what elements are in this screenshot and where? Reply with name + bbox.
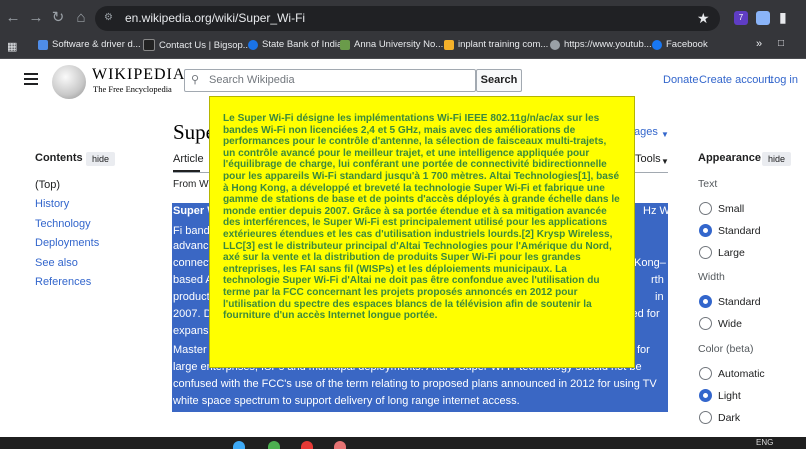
radio-label: Standard: [718, 296, 761, 308]
back-icon[interactable]: ←: [2, 7, 24, 29]
bookmark-favicon: [340, 39, 350, 50]
chevron-down-icon: ▼: [661, 157, 669, 166]
bookmark-7[interactable]: Facebook: [652, 39, 708, 50]
bookmark-favicon: [652, 39, 662, 50]
language-indicator[interactable]: ENG: [756, 438, 773, 447]
toc-item-deployments[interactable]: Deployments: [35, 237, 99, 249]
toc-item-references[interactable]: References: [35, 276, 91, 288]
extensions-puzzle-icon[interactable]: ▮: [779, 9, 787, 26]
article-line-end: for: [637, 344, 650, 356]
search-icon: ⚲: [191, 74, 200, 86]
search-placeholder: Search Wikipedia: [209, 74, 295, 86]
color-heading: Color (beta): [698, 343, 754, 355]
article-line: expans: [173, 325, 209, 337]
chevron-down-icon: ▼: [661, 130, 669, 139]
radio-color-automatic[interactable]: [699, 367, 712, 380]
text-size-heading: Text: [698, 178, 718, 190]
bookmark-4[interactable]: Anna University No...: [340, 39, 443, 50]
radio-label: Light: [718, 390, 741, 402]
wikipedia-tagline: The Free Encyclopedia: [93, 84, 172, 94]
extension-icon[interactable]: 7: [734, 11, 748, 25]
toc-item-technology[interactable]: Technology: [35, 218, 91, 230]
apps-grid-icon[interactable]: ▦: [7, 40, 17, 53]
radio-label: Small: [718, 203, 745, 215]
radio-label: Dark: [718, 412, 741, 424]
bookmark-favicon: [143, 39, 155, 51]
article-line: Master: [173, 344, 207, 356]
article-line-end: Hz Wi-: [643, 205, 676, 217]
translation-popup: Le Super Wi-Fi désigne les implémentatio…: [209, 96, 635, 368]
translation-text: Le Super Wi-Fi désigne les implémentatio…: [223, 113, 620, 322]
wikipedia-wordmark[interactable]: WIKIPEDIA: [92, 66, 185, 84]
radio-color-light[interactable]: [699, 389, 712, 402]
create-account-link[interactable]: Create account: [699, 74, 774, 86]
url-text[interactable]: en.wikipedia.org/wiki/Super_Wi-Fi: [125, 11, 305, 25]
bookmark-favicon: [444, 39, 454, 50]
menu-bar: [24, 78, 38, 80]
toc-item-see-also[interactable]: See also: [35, 257, 78, 269]
all-bookmarks-folder-icon[interactable]: □: [778, 38, 784, 49]
radio-text-standard[interactable]: [699, 224, 712, 237]
taskbar-app-icon[interactable]: [268, 441, 280, 449]
radio-width-standard[interactable]: [699, 295, 712, 308]
article-line: advanc: [173, 240, 209, 252]
taskbar-app-icon[interactable]: [301, 441, 313, 449]
radio-label: Large: [718, 247, 745, 259]
bookmark-1[interactable]: Software & driver d...: [38, 39, 141, 50]
log-in-link[interactable]: Log in: [768, 74, 798, 86]
os-taskbar: [0, 437, 806, 449]
appearance-heading: Appearance: [698, 152, 761, 164]
search-button[interactable]: Search: [476, 69, 522, 92]
radio-text-large[interactable]: [699, 246, 712, 259]
article-line: white space spectrum to support delivery…: [173, 395, 520, 407]
radio-color-dark[interactable]: [699, 411, 712, 424]
article-line-end: Kong–: [634, 257, 666, 269]
taskbar-app-icon[interactable]: [334, 441, 346, 449]
contents-heading: Contents: [35, 152, 83, 164]
taskbar-app-icon[interactable]: [233, 441, 245, 449]
width-heading: Width: [698, 271, 725, 283]
from-wikipedia-note: From Wi: [173, 179, 211, 190]
tab-article[interactable]: Article: [173, 153, 204, 165]
article-line: confused with the FCC's use of the term …: [173, 378, 657, 390]
tools-menu[interactable]: Tools: [635, 153, 661, 165]
bookmark-2[interactable]: Contact Us | Bigsop...: [143, 39, 251, 51]
bookmark-favicon: [38, 39, 48, 50]
reload-icon[interactable]: ↻: [47, 7, 69, 29]
extension-icon-2[interactable]: [756, 11, 770, 25]
radio-label: Standard: [718, 225, 761, 237]
more-bookmarks-icon[interactable]: »: [756, 38, 762, 50]
article-line-end: rth: [651, 274, 664, 286]
forward-icon[interactable]: →: [25, 7, 47, 29]
article-line: 2007. D: [173, 308, 212, 320]
article-line: product: [173, 291, 210, 303]
toc-item-history[interactable]: History: [35, 198, 69, 210]
bookmark-star-icon[interactable]: ★: [697, 10, 710, 27]
bookmark-favicon: [550, 39, 560, 50]
radio-text-small[interactable]: [699, 202, 712, 215]
home-icon[interactable]: ⌂: [70, 7, 92, 29]
donate-link[interactable]: Donate: [663, 74, 698, 86]
bookmark-5[interactable]: inplant training com...: [444, 39, 548, 50]
radio-label: Automatic: [718, 368, 765, 380]
article-line: connect: [173, 257, 212, 269]
article-line-end: in: [655, 291, 664, 303]
article-line: Fi band: [173, 225, 210, 237]
wikipedia-globe-logo[interactable]: [52, 65, 86, 99]
radio-label: Wide: [718, 318, 742, 330]
radio-width-wide[interactable]: [699, 317, 712, 330]
site-info-icon[interactable]: ⚙: [104, 12, 116, 24]
bookmark-3[interactable]: State Bank of India: [248, 39, 342, 50]
main-menu-icon[interactable]: [24, 73, 38, 85]
bookmark-favicon: [248, 39, 258, 50]
article-line: based A: [173, 274, 213, 286]
bookmark-6[interactable]: https://www.youtub...: [550, 39, 652, 50]
appearance-hide-button[interactable]: hide: [762, 152, 792, 166]
search-input[interactable]: ⚲ Search Wikipedia: [184, 69, 476, 92]
toc-item-top[interactable]: (Top): [35, 179, 60, 191]
languages-button[interactable]: ages: [634, 126, 658, 138]
contents-hide-button[interactable]: hide: [86, 152, 116, 166]
